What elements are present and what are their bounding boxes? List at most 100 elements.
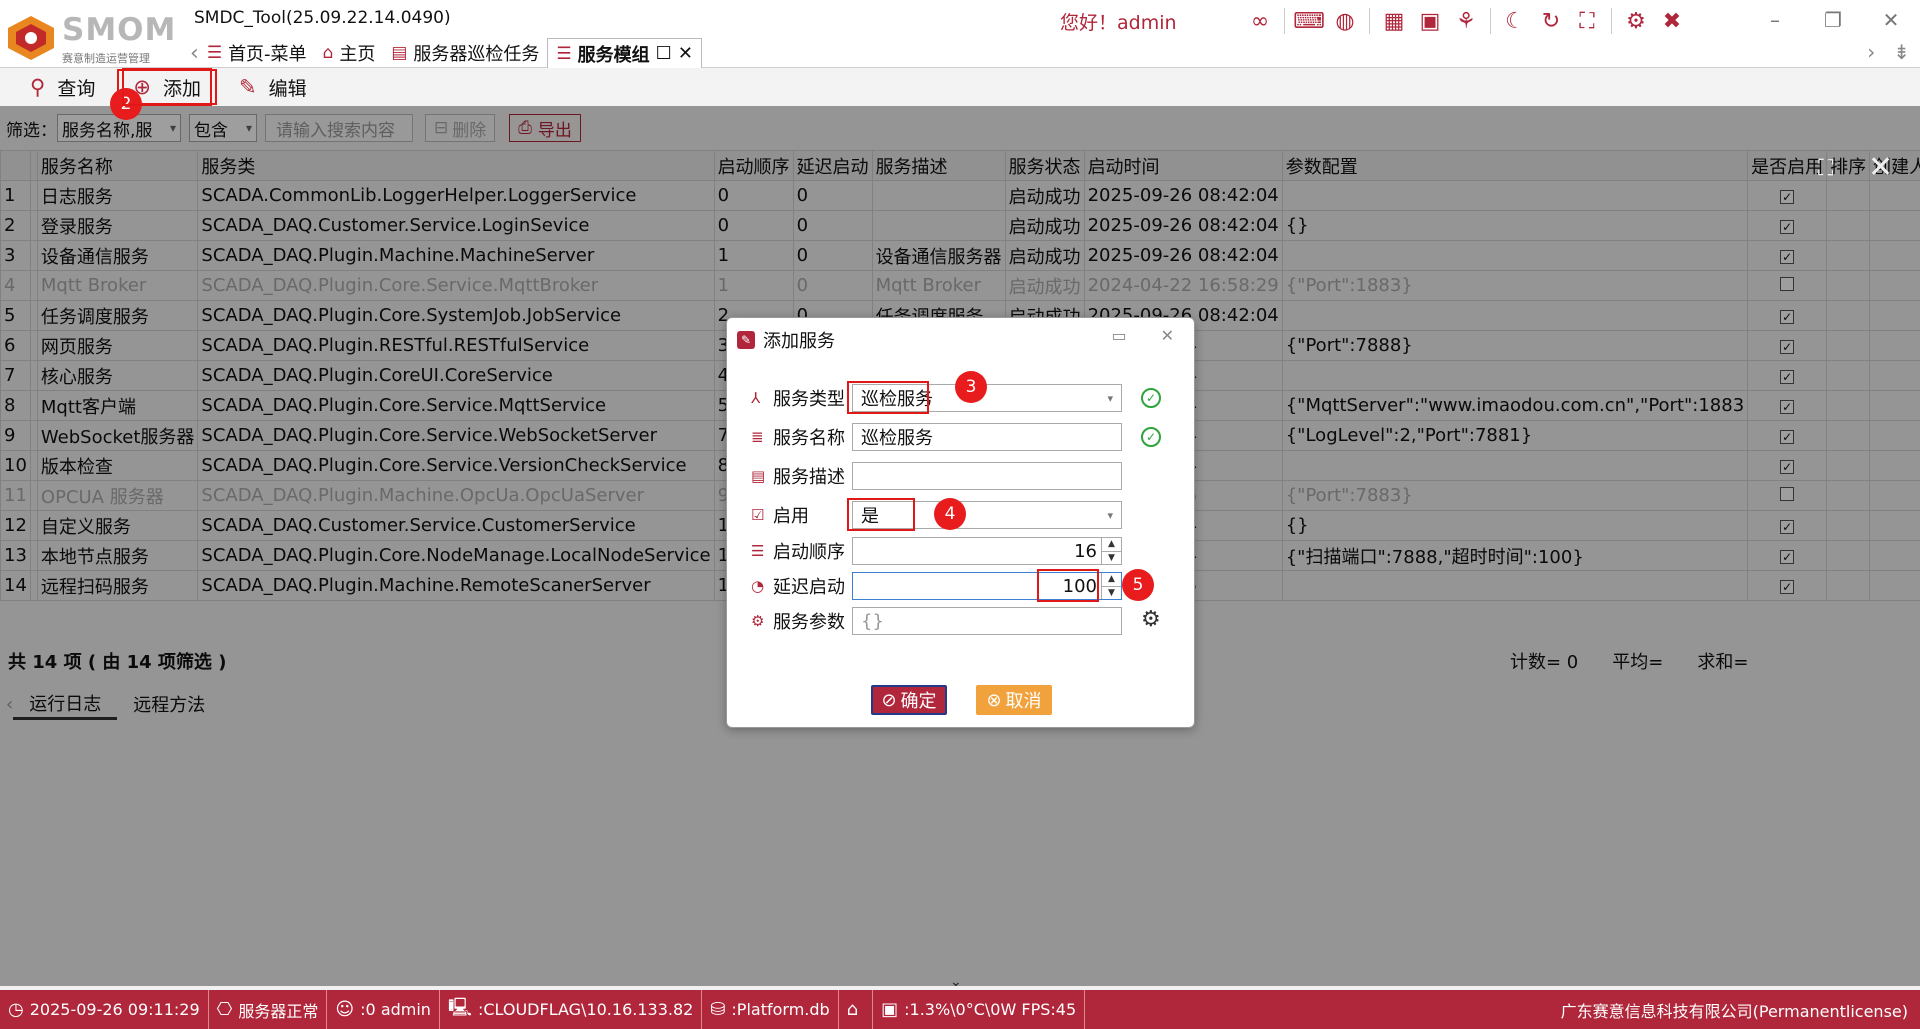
database-icon: ⛁ — [710, 999, 726, 1020]
moon-icon[interactable]: ☾ — [1497, 6, 1533, 36]
tab-home[interactable]: ⌂ 主页 — [315, 38, 384, 68]
tab-scroll-right-icon[interactable]: › — [1867, 40, 1875, 64]
status-server-text: 服务器正常 — [238, 1001, 319, 1021]
tab-navigation: › ⇟ — [1867, 40, 1910, 64]
toolbar: ⚲ 查询 ⊕ 添加 ✎ 编辑 — [0, 68, 1920, 106]
link-icon[interactable]: ∞ — [1242, 6, 1278, 36]
logo-icon — [8, 16, 54, 60]
fullscreen-icon[interactable]: ⛶ — [1569, 6, 1605, 36]
network-icon[interactable]: ⚘ — [1448, 6, 1484, 36]
start-order-row: ☰ 启动顺序 — [751, 537, 845, 565]
logo-text: SMOM — [62, 12, 177, 48]
check-circle-icon: ✓ — [1141, 427, 1161, 447]
keyboard-icon[interactable]: ▭ — [1111, 326, 1126, 345]
close-icon[interactable]: ✕ — [1868, 150, 1893, 185]
status-time-text: 2025-09-26 09:11:29 — [29, 1000, 200, 1019]
service-desc-input[interactable] — [852, 462, 1122, 490]
tab-label: 主页 — [339, 44, 376, 65]
tab-float-icon[interactable]: ☐ — [656, 43, 672, 64]
list-icon: ☰ — [556, 43, 572, 64]
gear-icon: ⚙ — [751, 612, 765, 630]
app-window: SMOM 赛意制造运营管理 SMDC_Tool(25.09.22.14.0490… — [0, 0, 1920, 1029]
chevron-down-icon: ▾ — [1107, 508, 1113, 522]
tab-label: 首页-菜单 — [228, 44, 307, 65]
step-badge: 4 — [934, 498, 966, 530]
refresh-icon[interactable]: ↻ — [1533, 6, 1569, 36]
tab-service-module[interactable]: ☰ 服务模组 ☐ ✕ — [547, 38, 702, 68]
tag-icon: ⌂ — [846, 999, 859, 1020]
list-order-icon: ☰ — [751, 542, 765, 560]
tab-strip: ‹ ☰ 首页-菜单 ⌂ 主页 ▤ 服务器巡检任务 ☰ 服务模组 ☐ ✕ — [190, 38, 702, 68]
top-icon-bar: ∞ ⌨ ◍ ▦ ▣ ⚘ ☾ ↻ ⛶ ⚙ ✖ — [1242, 6, 1690, 36]
highlight-box — [1037, 569, 1099, 602]
down-arrow-icon[interactable]: ▼ — [1102, 550, 1121, 565]
fullscreen-icon[interactable]: ⛶ — [1818, 156, 1833, 181]
window-controls: – ❐ ✕ — [1746, 0, 1920, 40]
stepper-buttons[interactable]: ▲ ▼ — [1101, 538, 1121, 564]
chevron-down-icon[interactable]: ⌄ — [950, 974, 962, 990]
gear-icon[interactable]: ⚙ — [1141, 607, 1161, 632]
step-badge: 3 — [955, 371, 987, 403]
pencil-icon: ✎ — [239, 75, 257, 99]
cancel-icon: ⊗ — [986, 689, 1002, 711]
cancel-button[interactable]: ⊗ 取消 — [976, 685, 1052, 715]
service-param-input[interactable]: {} — [852, 607, 1122, 635]
keyboard-icon[interactable]: ▦ — [1376, 6, 1412, 36]
tab-server-inspection[interactable]: ▤ 服务器巡检任务 — [383, 38, 547, 68]
calculator-icon[interactable]: ▣ — [1412, 6, 1448, 36]
tab-scroll-left-icon[interactable]: ‹ — [190, 41, 199, 66]
terminal-icon[interactable]: ⌨ — [1291, 6, 1327, 36]
globe-icon[interactable]: ◍ — [1327, 6, 1363, 36]
status-user: ☺:0 admin — [327, 990, 440, 1029]
tab-close-icon[interactable]: ✕ — [678, 43, 693, 64]
ok-button[interactable]: ⊘ 确定 — [871, 685, 947, 715]
cancel-label: 取消 — [1005, 691, 1042, 712]
step-badge: 5 — [1122, 569, 1154, 601]
divider — [1369, 8, 1370, 34]
tab-home-menu[interactable]: ☰ 首页-菜单 — [199, 38, 315, 68]
query-button[interactable]: ⚲ 查询 — [16, 69, 109, 105]
minimize-icon[interactable]: – — [1746, 0, 1804, 40]
status-server: ⎔ 服务器正常 — [209, 990, 328, 1029]
dialog-title: ✎ 添加服务 — [737, 327, 835, 353]
divider — [1490, 8, 1491, 34]
edit-button[interactable]: ✎ 编辑 — [225, 69, 321, 105]
restore-icon[interactable]: ❐ — [1804, 0, 1862, 40]
status-host: 🖳 :CLOUDFLAG\10.16.133.82 — [440, 990, 703, 1029]
add-service-dialog: ✎ 添加服务 ▭ ✕ ⅄ 服务类型 巡检服务 ▾ ✓ ≣ 服务名称 巡检服务 ✓ ▤ 服务… — [726, 317, 1195, 728]
highlight-box — [847, 498, 915, 531]
query-label: 查询 — [57, 77, 96, 100]
up-arrow-icon[interactable]: ▲ — [1102, 538, 1121, 551]
tab-list-icon[interactable]: ⇟ — [1893, 40, 1910, 64]
server-icon: ▤ — [391, 43, 408, 63]
down-arrow-icon[interactable]: ▼ — [1102, 585, 1121, 600]
database-icon: ≣ — [751, 428, 764, 446]
tools-icon[interactable]: ✖ — [1654, 6, 1690, 36]
field-label: 服务类型 — [773, 389, 845, 410]
dialog-controls: ▭ ✕ — [1111, 326, 1174, 345]
document-icon: ▤ — [751, 467, 766, 485]
edit-label: 编辑 — [268, 77, 307, 100]
app-icon: ✎ — [737, 331, 755, 349]
timer-icon: ◔ — [751, 577, 765, 595]
start-order-stepper[interactable]: 16 ▲ ▼ — [852, 537, 1122, 565]
up-arrow-icon[interactable]: ▲ — [1102, 573, 1121, 586]
ok-label: 确定 — [900, 691, 937, 712]
close-icon[interactable]: ✕ — [1161, 326, 1174, 345]
divider — [1611, 8, 1612, 34]
monitor-icon: 🖳 — [447, 996, 472, 1018]
search-icon: ⚲ — [30, 75, 46, 99]
field-label: 延迟启动 — [773, 577, 845, 598]
gear-icon[interactable]: ⚙ — [1618, 6, 1654, 36]
stepper-buttons[interactable]: ▲ ▼ — [1101, 573, 1121, 599]
status-host-text: :CLOUDFLAG\10.16.133.82 — [477, 1000, 694, 1019]
service-type-row: ⅄ 服务类型 — [751, 384, 845, 412]
checkbox-icon: ☑ — [751, 506, 765, 524]
service-name-input[interactable]: 巡检服务 — [852, 423, 1122, 451]
dialog-title-text: 添加服务 — [763, 331, 835, 352]
status-perf-text: :1.3%\0°C\0W FPS:45 — [904, 1000, 1077, 1019]
status-perf: ▣ :1.3%\0°C\0W FPS:45 — [873, 990, 1086, 1029]
cpu-icon: ▣ — [881, 999, 899, 1020]
service-desc-row: ▤ 服务描述 — [751, 462, 845, 490]
close-icon[interactable]: ✕ — [1862, 0, 1920, 40]
